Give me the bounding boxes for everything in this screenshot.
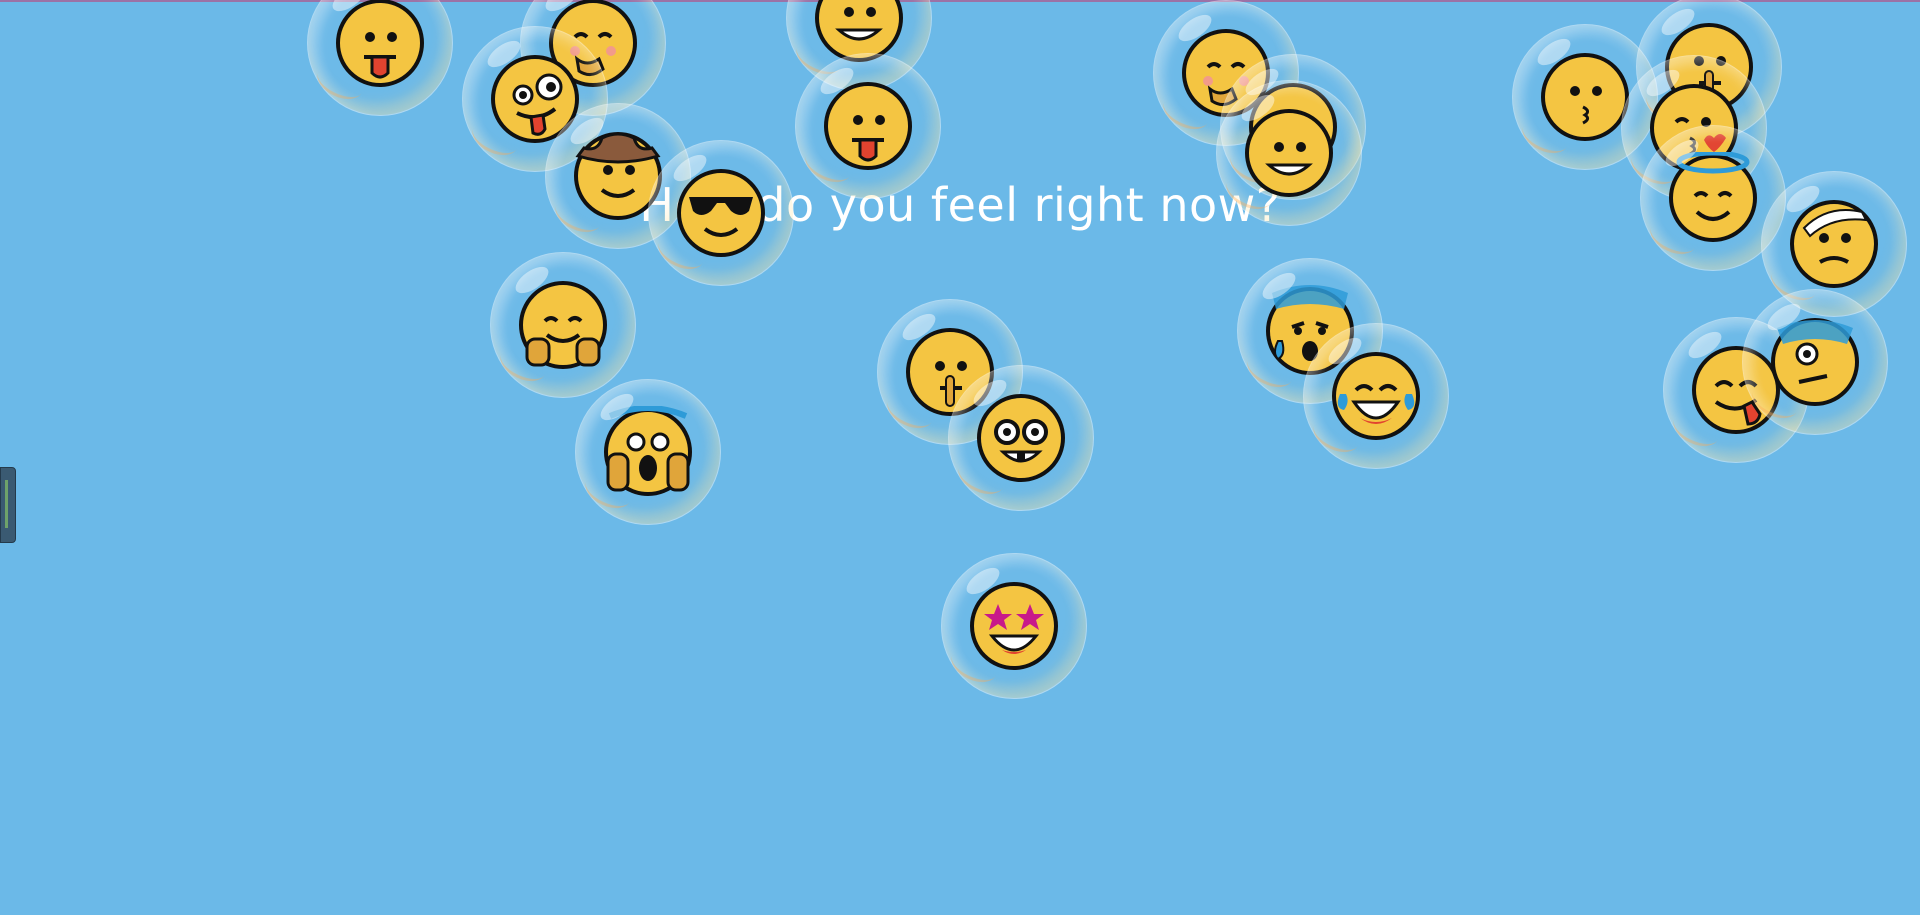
- bandage-face-emoji: [1790, 200, 1878, 288]
- sunglasses-face-emoji-bubble[interactable]: [648, 140, 794, 286]
- grimacing-face-emoji-bubble[interactable]: [1216, 80, 1362, 226]
- nerd-face-emoji-bubble[interactable]: [948, 365, 1094, 511]
- tongue-out-face-emoji: [824, 82, 912, 170]
- sunglasses-face-emoji: [677, 169, 765, 257]
- tongue-face-emoji: [336, 0, 424, 87]
- star-struck-emoji: [970, 582, 1058, 670]
- halo-face-emoji: [1669, 152, 1757, 242]
- screaming-face-emoji-bubble[interactable]: [575, 379, 721, 525]
- tears-of-joy-emoji: [1332, 352, 1420, 440]
- star-struck-emoji-bubble[interactable]: [941, 553, 1087, 699]
- anxious-face-emoji: [1771, 318, 1859, 406]
- side-handle[interactable]: [0, 467, 16, 543]
- grimacing-face-emoji: [1245, 109, 1333, 197]
- mood-question: How do you feel right now?: [639, 178, 1281, 232]
- hugging-face-emoji: [519, 281, 607, 369]
- tongue-face-emoji-bubble[interactable]: [307, 0, 453, 116]
- top-border: [0, 0, 1920, 2]
- anxious-face-emoji-bubble[interactable]: [1742, 289, 1888, 435]
- nerd-face-emoji: [977, 394, 1065, 482]
- hugging-face-emoji-bubble[interactable]: [490, 252, 636, 398]
- kissing-face-emoji: [1541, 53, 1629, 141]
- tears-of-joy-emoji-bubble[interactable]: [1303, 323, 1449, 469]
- screaming-face-emoji: [604, 406, 692, 496]
- tongue-out-face-emoji-bubble[interactable]: [795, 53, 941, 199]
